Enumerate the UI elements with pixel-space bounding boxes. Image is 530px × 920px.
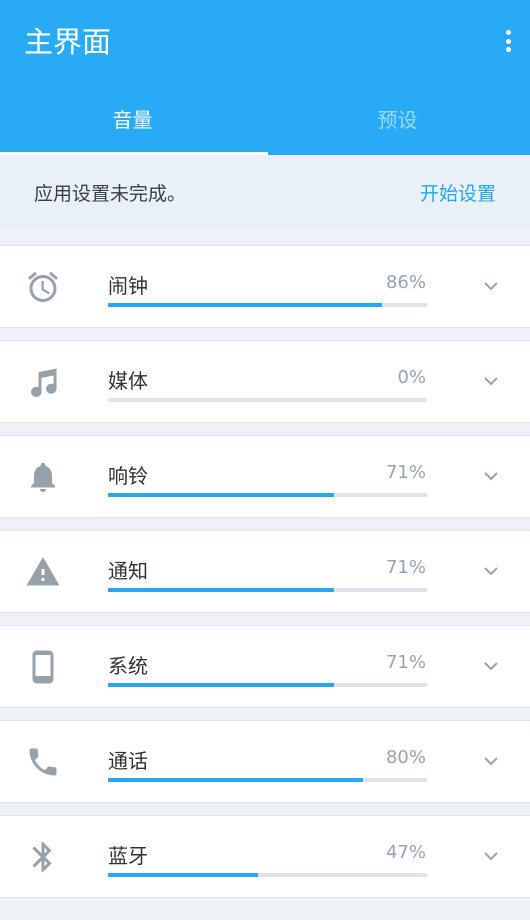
volume-percent: 71% [385,462,426,483]
warning-icon [25,554,61,590]
bell-icon [25,459,61,495]
volume-slider[interactable] [108,493,427,497]
volume-slider[interactable] [108,873,427,877]
volume-row-bluetooth: 蓝牙 47% [0,815,530,898]
chevron-down-icon[interactable] [479,274,503,298]
chevron-down-icon[interactable] [479,654,503,678]
app-bar: 主界面 音量 预设 [0,0,530,155]
volume-percent: 71% [385,557,426,578]
volume-percent: 86% [385,272,426,293]
volume-slider[interactable] [108,588,427,592]
volume-label: 通话 [108,749,148,773]
phone-device-icon [25,649,61,685]
volume-slider[interactable] [108,778,427,782]
volume-percent: 80% [385,747,426,768]
chevron-down-icon[interactable] [479,369,503,393]
start-setup-button[interactable]: 开始设置 [420,179,496,206]
volume-row-media: 媒体 0% [0,340,530,423]
volume-slider-fill [108,303,383,307]
volume-percent: 47% [385,842,426,863]
tab-volume[interactable]: 音量 [0,95,265,155]
volume-slider[interactable] [108,683,427,687]
volume-label: 闹钟 [108,274,148,298]
page-title: 主界面 [24,25,112,59]
volume-percent: 0% [397,367,426,388]
volume-percent: 71% [385,652,426,673]
phone-call-icon [25,744,61,780]
volume-row-system: 系统 71% [0,625,530,708]
volume-label: 媒体 [108,369,148,393]
volume-slider[interactable] [108,303,427,307]
volume-slider-fill [108,778,364,782]
volume-slider-fill [108,493,335,497]
volume-row-call: 通话 80% [0,720,530,803]
volume-slider[interactable] [108,398,427,402]
volume-label: 响铃 [108,464,148,488]
music-note-icon [25,364,61,400]
bluetooth-icon [25,839,61,875]
alarm-clock-icon [25,269,61,305]
more-options-icon[interactable] [500,26,516,56]
chevron-down-icon[interactable] [479,844,503,868]
volume-label: 蓝牙 [108,844,148,868]
volume-slider-fill [108,588,335,592]
volume-slider-fill [108,683,335,687]
chevron-down-icon[interactable] [479,464,503,488]
volume-label: 系统 [108,654,148,678]
tab-presets[interactable]: 预设 [265,95,530,155]
volume-row-ringer: 响铃 71% [0,435,530,518]
volume-label: 通知 [108,559,148,583]
setup-notice: 应用设置未完成。 开始设置 [0,155,530,227]
chevron-down-icon[interactable] [479,749,503,773]
volume-row-alarm: 闹钟 86% [0,245,530,328]
setup-notice-text: 应用设置未完成。 [34,183,187,205]
volume-slider-fill [108,873,258,877]
volume-row-notification: 通知 71% [0,530,530,613]
chevron-down-icon[interactable] [479,559,503,583]
